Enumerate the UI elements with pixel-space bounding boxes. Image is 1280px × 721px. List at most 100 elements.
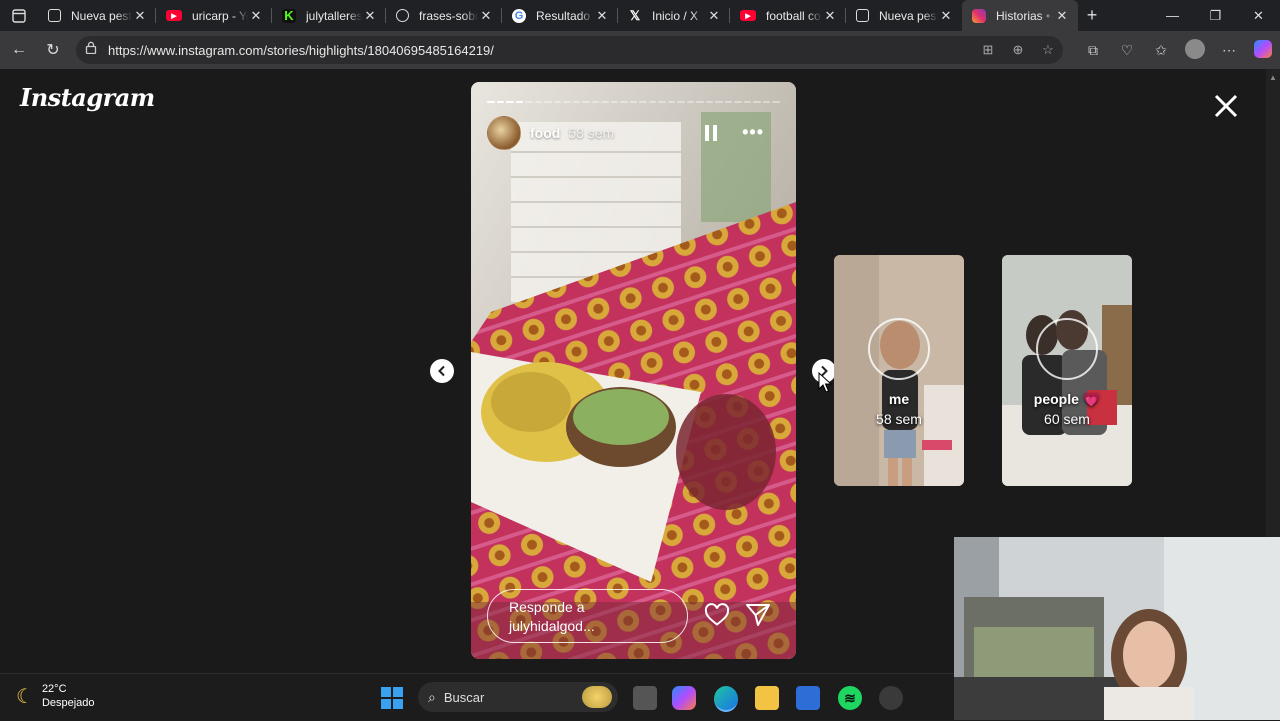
like-heart-icon[interactable] <box>704 603 730 627</box>
url-text[interactable]: https://www.instagram.com/stories/highli… <box>108 43 973 58</box>
close-tab-icon[interactable]: ✕ <box>706 8 722 24</box>
task-view-icon[interactable] <box>633 686 657 710</box>
close-window-icon[interactable]: ✕ <box>1237 0 1280 31</box>
browser-tab[interactable]: 𝕏 Inicio / X ✕ <box>618 0 730 31</box>
send-direct-icon[interactable] <box>745 603 771 627</box>
tab-title: frases-sobre <box>419 8 478 23</box>
new-tab-icon[interactable]: + <box>1078 5 1106 26</box>
address-toolbar: ← ↻ https://www.instagram.com/stories/hi… <box>0 31 1280 69</box>
tab-title: uricarp - YouTube <box>192 8 248 23</box>
previous-story-button[interactable] <box>430 359 454 383</box>
progress-segment <box>705 101 714 103</box>
browser-tab[interactable]: Nueva pestaña ✕ <box>846 0 962 31</box>
microsoft-store-icon[interactable] <box>796 686 820 710</box>
profile-avatar-icon[interactable] <box>1178 38 1212 62</box>
pause-icon[interactable] <box>704 125 718 141</box>
page-icon <box>48 9 61 22</box>
browser-tab[interactable]: G Resultado de ✕ <box>502 0 618 31</box>
address-bar[interactable]: https://www.instagram.com/stories/highli… <box>76 36 1063 64</box>
progress-segment <box>772 101 780 103</box>
progress-segment <box>743 101 752 103</box>
webcam-feed <box>954 537 1280 720</box>
browser-tab-active[interactable]: Historias • In ✕ <box>962 0 1078 31</box>
story-username[interactable]: food <box>530 125 560 141</box>
browser-tab[interactable]: Nueva pestaña ✕ <box>38 0 156 31</box>
edge-browser-icon[interactable] <box>714 686 738 712</box>
browser-tab[interactable]: K julytalleresS ✕ <box>272 0 386 31</box>
favorites-icon[interactable]: ✩ <box>1144 42 1178 59</box>
taskbar-search[interactable]: ⌕ Buscar <box>418 682 618 712</box>
progress-segment <box>496 101 505 103</box>
progress-segment <box>696 101 704 103</box>
story-avatar[interactable] <box>487 116 521 150</box>
progress-segment <box>753 101 761 103</box>
close-tab-icon[interactable]: ✕ <box>822 8 838 24</box>
restore-icon[interactable]: ❐ <box>1194 0 1237 31</box>
obs-icon[interactable] <box>879 686 903 710</box>
story-image <box>471 82 796 659</box>
browser-essentials-icon[interactable]: ♡ <box>1110 42 1144 59</box>
active-story[interactable]: food 58 sem ••• Responde a julyhidalgod.… <box>471 82 796 659</box>
windows-start-icon[interactable] <box>380 686 404 710</box>
highlight-cover-ring <box>868 318 930 380</box>
temperature: 22°C <box>41 683 67 695</box>
chevron-left-icon <box>438 365 445 377</box>
close-tab-icon[interactable]: ✕ <box>1054 8 1070 24</box>
zoom-icon[interactable]: ⊕ <box>1003 42 1033 58</box>
instagram-icon <box>972 8 986 23</box>
file-explorer-icon[interactable] <box>755 686 779 710</box>
progress-segment <box>582 101 590 103</box>
close-tab-icon[interactable]: ✕ <box>248 8 264 24</box>
reply-input[interactable]: Responde a julyhidalgod... <box>487 589 688 643</box>
highlight-preview-card[interactable]: people 💗 60 sem <box>1002 255 1132 486</box>
tab-title: Nueva pestaña <box>71 8 132 23</box>
favorite-star-icon[interactable]: ☆ <box>1033 42 1063 58</box>
progress-segment <box>610 101 619 103</box>
close-tab-icon[interactable]: ✕ <box>362 8 378 24</box>
extensions-icon[interactable]: ⧉ <box>1076 42 1110 59</box>
close-tab-icon[interactable]: ✕ <box>478 8 494 24</box>
reply-placeholder-line2: julyhidalgod... <box>509 618 595 634</box>
settings-more-icon[interactable]: ⋯ <box>1212 42 1246 59</box>
youtube-icon: ▶ <box>740 10 756 21</box>
moon-icon: ☾ <box>16 685 34 708</box>
copilot-app-icon[interactable] <box>672 686 696 710</box>
tab-title: Historias • In <box>996 8 1054 23</box>
instagram-logo[interactable]: Instagram <box>20 83 155 112</box>
close-stories-icon[interactable] <box>1210 90 1242 122</box>
progress-segment <box>686 101 695 103</box>
progress-segment <box>544 101 552 103</box>
browser-tab[interactable]: frases-sobre ✕ <box>386 0 502 31</box>
kick-icon: K <box>282 8 296 23</box>
reload-icon[interactable]: ↻ <box>36 33 70 67</box>
copilot-icon[interactable] <box>1246 39 1280 61</box>
tab-title: football com <box>766 8 822 23</box>
progress-segment <box>515 101 524 103</box>
more-options-icon[interactable]: ••• <box>742 123 764 141</box>
close-tab-icon[interactable]: ✕ <box>594 8 610 24</box>
weather-widget[interactable]: ☾ 22°C Despejado <box>16 682 95 710</box>
progress-segment <box>658 101 666 103</box>
tab-actions-icon[interactable] <box>0 0 38 31</box>
progress-segment <box>525 101 533 103</box>
browser-tab[interactable]: ▶ uricarp - YouTube ✕ <box>156 0 272 31</box>
progress-segment <box>506 101 514 103</box>
back-arrow-icon[interactable]: ← <box>2 33 36 67</box>
tab-strip: Nueva pestaña ✕ ▶ uricarp - YouTube ✕ K … <box>0 0 1280 31</box>
browser-tab[interactable]: ▶ football com ✕ <box>730 0 846 31</box>
spotify-icon[interactable]: ≋ <box>838 686 862 710</box>
progress-segment <box>715 101 723 103</box>
progress-segment <box>572 101 581 103</box>
app-available-icon[interactable]: ⊞ <box>973 42 1003 58</box>
highlight-name: me <box>888 391 910 407</box>
progress-segment <box>639 101 647 103</box>
lock-icon[interactable] <box>85 41 99 59</box>
webcam-overlay <box>954 537 1280 720</box>
progress-segment <box>677 101 685 103</box>
minimize-icon[interactable]: — <box>1151 0 1194 31</box>
progress-segment <box>563 101 571 103</box>
close-tab-icon[interactable]: ✕ <box>132 8 148 24</box>
close-tab-icon[interactable]: ✕ <box>938 8 954 24</box>
progress-segment <box>629 101 638 103</box>
highlight-preview-card[interactable]: me 58 sem <box>834 255 964 486</box>
